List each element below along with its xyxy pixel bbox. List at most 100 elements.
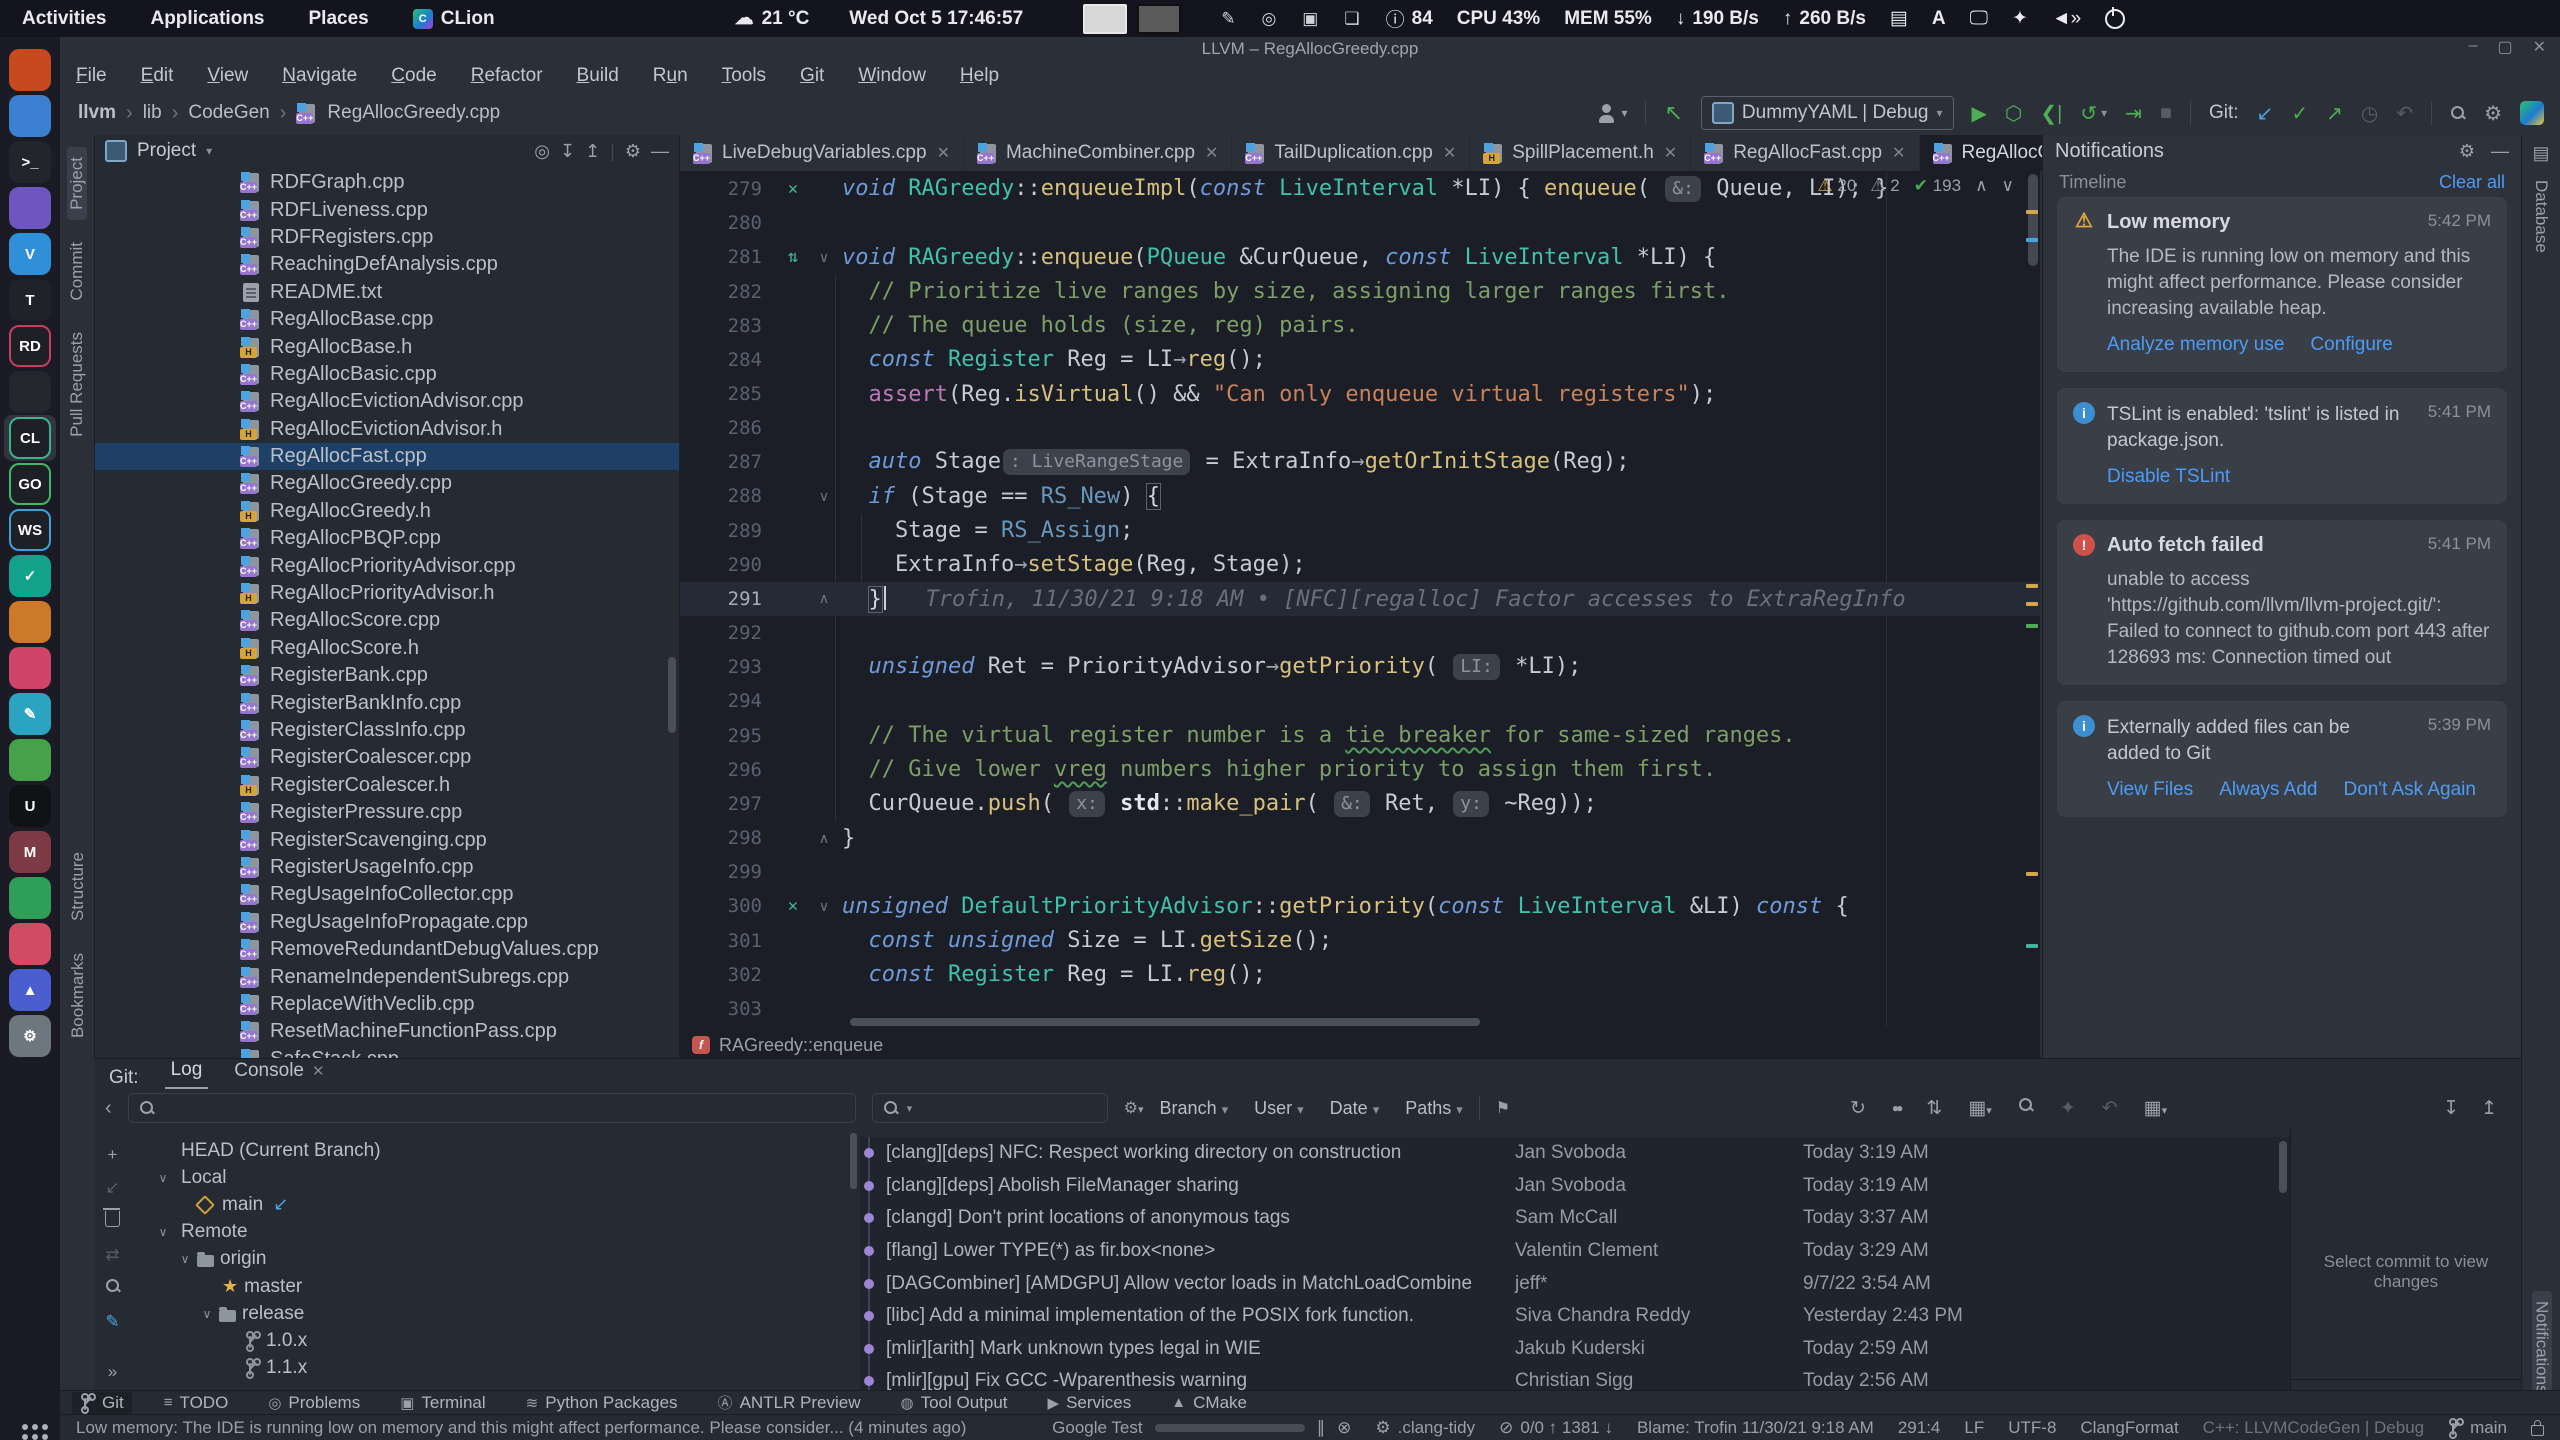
notifications-count[interactable]: ⓘ84 — [1386, 5, 1433, 32]
profile-button[interactable]: ❮| — [2040, 101, 2062, 126]
project-file[interactable]: C++RDFLiveness.cpp — [95, 196, 679, 223]
tool-button-antlr-preview[interactable]: ⒶANTLR Preview — [710, 1392, 869, 1414]
branch-row[interactable]: ★master — [130, 1273, 858, 1300]
code-line[interactable]: 301 const unsigned Size = LI.getSize(); — [680, 923, 2040, 957]
app-menu-clion[interactable]: CCLion — [413, 8, 495, 30]
clear-all-link[interactable]: Clear all — [2439, 172, 2505, 193]
edit-icon[interactable]: ✎ — [105, 1312, 119, 1332]
code-line[interactable]: 299 — [680, 855, 2040, 889]
code-line[interactable]: 282 // Prioritize live ranges by size, a… — [680, 274, 2040, 308]
code-area[interactable]: 279✕void RAGreedy::enqueueImpl(const Liv… — [680, 172, 2040, 1026]
menu-refactor[interactable]: Refactor — [471, 65, 543, 87]
commit-row[interactable]: [clangd] Don't print locations of anonym… — [860, 1202, 2290, 1235]
hide-panel-icon[interactable]: — — [651, 141, 669, 162]
project-file[interactable]: C++RegAllocFast.cpp — [95, 443, 679, 470]
menu-edit[interactable]: Edit — [141, 65, 174, 87]
resolve-context[interactable]: C++: LLVMCodeGen | Debug — [2203, 1418, 2424, 1438]
tool-button-notifications[interactable]: Notifications — [2532, 1291, 2552, 1404]
caret-position[interactable]: 291:4 — [1898, 1418, 1941, 1438]
filter-user[interactable]: User ▾ — [1254, 1098, 1304, 1119]
project-file[interactable]: C++RegisterCoalescer.cpp — [95, 744, 679, 771]
code-line[interactable]: 288∨ if (Stage == RS_New) { — [680, 479, 2040, 513]
editor-breadcrumb[interactable]: RAGreedy::enqueue — [719, 1035, 883, 1056]
notification-action-link[interactable]: Analyze memory use — [2107, 334, 2284, 356]
branch-search-field[interactable] — [128, 1093, 856, 1123]
project-file[interactable]: HRegisterCoalescer.h — [95, 772, 679, 799]
app-8-icon[interactable] — [9, 371, 51, 413]
project-file[interactable]: README.txt — [95, 279, 679, 306]
project-file[interactable]: C++RegisterUsageInfo.cpp — [95, 854, 679, 881]
project-file[interactable]: C++RegUsageInfoCollector.cpp — [95, 881, 679, 908]
project-title[interactable]: Project — [137, 140, 196, 162]
commits-scrollbar[interactable] — [2279, 1141, 2287, 1193]
back-icon[interactable]: ‹ — [105, 1097, 112, 1120]
editor-tab[interactable]: C++RegAllocFast.cpp✕ — [1691, 135, 1919, 171]
app-4-icon[interactable] — [9, 187, 51, 229]
git-tab-log[interactable]: Log — [165, 1059, 209, 1089]
code-line[interactable]: 300✕∨unsigned DefaultPriorityAdvisor::ge… — [680, 889, 2040, 923]
project-file[interactable]: C++RegisterBankInfo.cpp — [95, 689, 679, 716]
chevron-icon[interactable]: ∨ — [155, 1171, 171, 1185]
notification-action-link[interactable]: View Files — [2107, 779, 2193, 801]
project-file[interactable]: C++RegisterScavenging.cpp — [95, 826, 679, 853]
breadcrumb-item[interactable]: lib — [143, 102, 162, 124]
tab-close-icon[interactable]: ✕ — [1892, 143, 1905, 163]
tool-button-python-packages[interactable]: ≋Python Packages — [518, 1392, 686, 1414]
favorite-branches-icon[interactable]: ⚑ — [1496, 1098, 1510, 1118]
app-6-icon[interactable]: T — [9, 279, 51, 321]
menu-navigate[interactable]: Navigate — [282, 65, 357, 87]
undo-icon[interactable]: ↶ — [2102, 1097, 2118, 1120]
places-menu[interactable]: Places — [309, 8, 369, 30]
filter-date[interactable]: Date ▾ — [1330, 1098, 1380, 1119]
breadcrumb-item[interactable]: RegAllocGreedy.cpp — [327, 102, 500, 124]
editor-scrollbar[interactable] — [2028, 174, 2038, 266]
branch-row[interactable]: main↙ — [130, 1191, 858, 1218]
project-file[interactable]: C++RegAllocEvictionAdvisor.cpp — [95, 388, 679, 415]
menu-file[interactable]: File — [76, 65, 107, 87]
project-file[interactable]: C++RegAllocScore.cpp — [95, 607, 679, 634]
tool-button-database[interactable]: Database — [2531, 170, 2551, 263]
app-21-icon[interactable]: ▲ — [9, 969, 51, 1011]
display-icon[interactable]: 🖵 — [1970, 8, 1988, 30]
search-everywhere-icon[interactable] — [2450, 105, 2466, 121]
notification-action-link[interactable]: Always Add — [2219, 779, 2317, 801]
search-branch-icon[interactable] — [105, 1278, 121, 1299]
notification-card[interactable]: !Auto fetch failed5:41 PMunable to acces… — [2057, 520, 2507, 685]
menu-git[interactable]: Git — [800, 65, 824, 87]
code-line[interactable]: 294 — [680, 684, 2040, 718]
project-scrollbar[interactable] — [668, 657, 676, 733]
timeline-tab[interactable]: Timeline — [2059, 172, 2126, 193]
debug-button[interactable]: ⬡ — [2005, 101, 2022, 126]
git-commit-icon[interactable]: ✓ — [2291, 101, 2308, 126]
build-icon[interactable]: ↖ — [1664, 100, 1682, 126]
code-line[interactable]: 291∧ } Trofin, 11/30/21 9:18 AM • [NFC][… — [680, 582, 2040, 616]
locate-file-icon[interactable]: ◎ — [534, 141, 550, 162]
menu-help[interactable]: Help — [960, 65, 999, 87]
refresh-icon[interactable]: ↻ — [1850, 1097, 1866, 1120]
run-button[interactable]: ▶ — [1972, 101, 1987, 126]
line-ending[interactable]: LF — [1964, 1418, 1984, 1438]
mem-indicator[interactable]: MEM 55% — [1564, 8, 1652, 30]
code-line[interactable]: 280 — [680, 206, 2040, 240]
code-line[interactable]: 284 const Register Reg = LI→reg(); — [680, 343, 2040, 377]
attach-button[interactable]: ⇥ — [2125, 101, 2142, 126]
tool-button-problems[interactable]: ◎Problems — [260, 1392, 368, 1414]
inspections-widget[interactable]: ⚠ 20 ⚠ 2 ✔ 193 ∧ ∨ — [1817, 176, 2014, 196]
collapse-all-icon[interactable]: ↥ — [2481, 1097, 2497, 1120]
filter-branch[interactable]: Branch ▾ — [1160, 1098, 1229, 1119]
clipboard-icon[interactable]: ▤ — [1890, 7, 1908, 30]
notifications-settings-icon[interactable]: ⚙ — [2459, 141, 2475, 162]
tool-button-cmake[interactable]: ▲CMake — [1163, 1392, 1255, 1414]
branch-row[interactable]: ∨origin — [130, 1246, 858, 1273]
menu-code[interactable]: Code — [391, 65, 436, 87]
tab-close-icon[interactable]: ✕ — [1664, 143, 1677, 163]
code-line[interactable]: 296 // Give lower vreg numbers higher pr… — [680, 753, 2040, 787]
collapse-all-icon[interactable]: ↥ — [585, 141, 600, 162]
project-file[interactable]: C++RegisterPressure.cpp — [95, 799, 679, 826]
notification-action-link[interactable]: Disable TSLint — [2107, 466, 2230, 488]
git-update-icon[interactable]: ↙ — [2257, 101, 2274, 126]
project-file[interactable]: C++RegAllocBasic.cpp — [95, 361, 679, 388]
pause-icon[interactable]: ∥ — [1317, 1418, 1326, 1438]
clock[interactable]: Wed Oct 5 17:46:57 — [849, 8, 1023, 30]
app-13-icon[interactable] — [9, 601, 51, 643]
